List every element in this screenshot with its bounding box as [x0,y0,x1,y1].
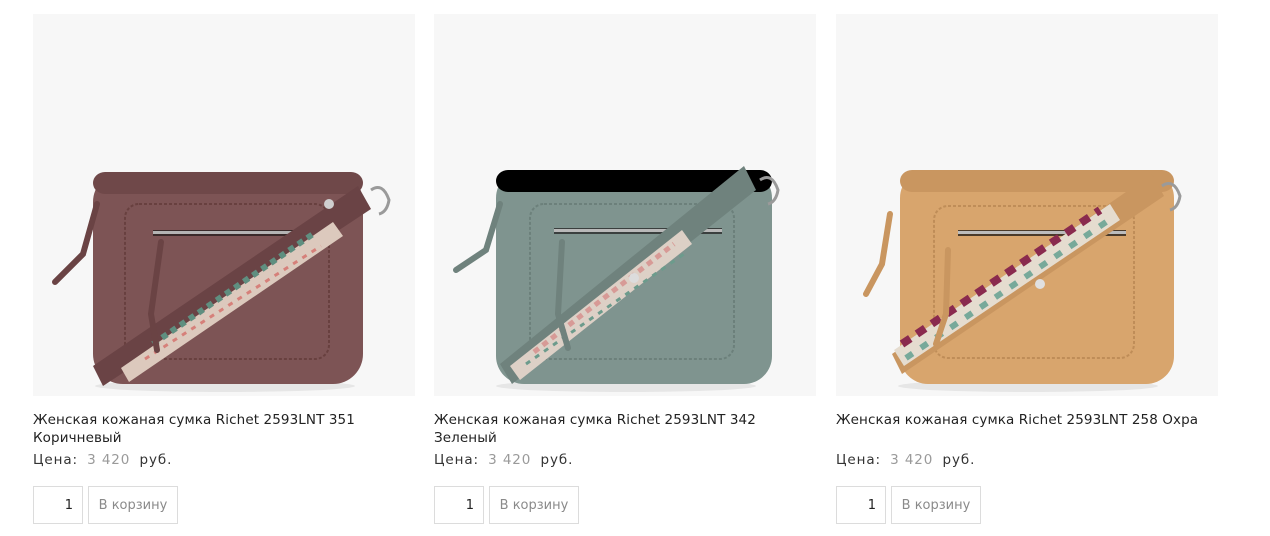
add-to-cart-button[interactable]: В корзину [489,486,579,524]
quantity-input[interactable] [434,486,484,524]
price-value: 3 420 [890,452,934,468]
price-label: Цена: [434,452,479,468]
quantity-input[interactable] [836,486,886,524]
add-to-cart-button[interactable]: В корзину [891,486,981,524]
handbag-brown-image [33,14,415,396]
cart-actions: В корзину [836,486,1218,524]
price-value: 3 420 [488,452,532,468]
price-row: Цена: 3 420 руб. [836,451,1218,469]
product-card: Женская кожаная сумка Richet 2593LNT 351… [33,14,415,524]
product-image-link[interactable] [434,14,816,396]
price-currency: руб. [540,452,574,468]
product-image-link[interactable] [836,14,1218,396]
product-grid: Женская кожаная сумка Richet 2593LNT 351… [0,0,1270,536]
product-image-link[interactable] [33,14,415,396]
price-label: Цена: [33,452,78,468]
cart-actions: В корзину [33,486,415,524]
price-label: Цена: [836,452,881,468]
product-card: Женская кожаная сумка Richet 2593LNT 342… [434,14,816,524]
price-value: 3 420 [87,452,131,468]
cart-actions: В корзину [434,486,816,524]
price-row: Цена: 3 420 руб. [33,451,415,469]
price-currency: руб. [942,452,976,468]
price-currency: руб. [139,452,173,468]
handbag-green-image [434,14,816,396]
quantity-input[interactable] [33,486,83,524]
product-card: Женская кожаная сумка Richet 2593LNT 258… [836,14,1218,524]
add-to-cart-button[interactable]: В корзину [88,486,178,524]
handbag-ochre-image [836,14,1218,396]
product-title[interactable]: Женская кожаная сумка Richet 2593LNT 351… [33,411,415,447]
product-title[interactable]: Женская кожаная сумка Richet 2593LNT 342… [434,411,816,447]
price-row: Цена: 3 420 руб. [434,451,816,469]
product-title[interactable]: Женская кожаная сумка Richet 2593LNT 258… [836,411,1218,447]
